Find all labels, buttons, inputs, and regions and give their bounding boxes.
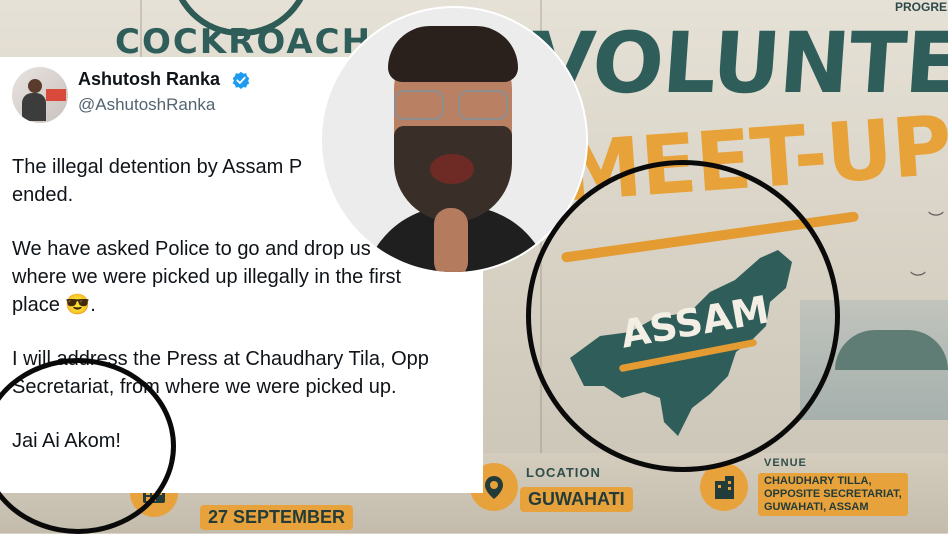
portrait-glasses [394, 90, 444, 120]
building-icon [700, 463, 748, 511]
annotation-circle-map [526, 160, 840, 472]
verified-badge-icon [232, 71, 250, 89]
poster-brand-text: COCKROACH [115, 22, 373, 62]
avatar-head [28, 79, 42, 93]
location-title: LOCATION [526, 465, 601, 480]
bird-icon: ︶ [910, 272, 927, 289]
event-date: 27 SEPTEMBER [200, 505, 354, 530]
portrait-glasses [458, 90, 508, 120]
avatar-body [22, 93, 46, 121]
bird-icon: ︶ [928, 212, 945, 229]
avatar[interactable] [12, 67, 68, 123]
portrait-photo [320, 6, 588, 274]
poster-headline-volunteer: VOLUNTEER [526, 14, 948, 112]
tweet-author-handle[interactable]: @AshutoshRanka [78, 95, 215, 115]
location-value: GUWAHATI [520, 487, 633, 512]
portrait-hand [434, 208, 468, 272]
venue-title: VENUE [764, 457, 807, 469]
poster-progress-text: PROGRE [895, 0, 948, 14]
portrait-mouth [430, 154, 474, 184]
tweet-author-name[interactable]: Ashutosh Ranka [78, 69, 220, 90]
portrait-hair [388, 26, 518, 82]
venue-address: CHAUDHARY TILLA, OPPOSITE SECRETARIAT, G… [758, 473, 908, 516]
avatar-sign [46, 89, 66, 101]
